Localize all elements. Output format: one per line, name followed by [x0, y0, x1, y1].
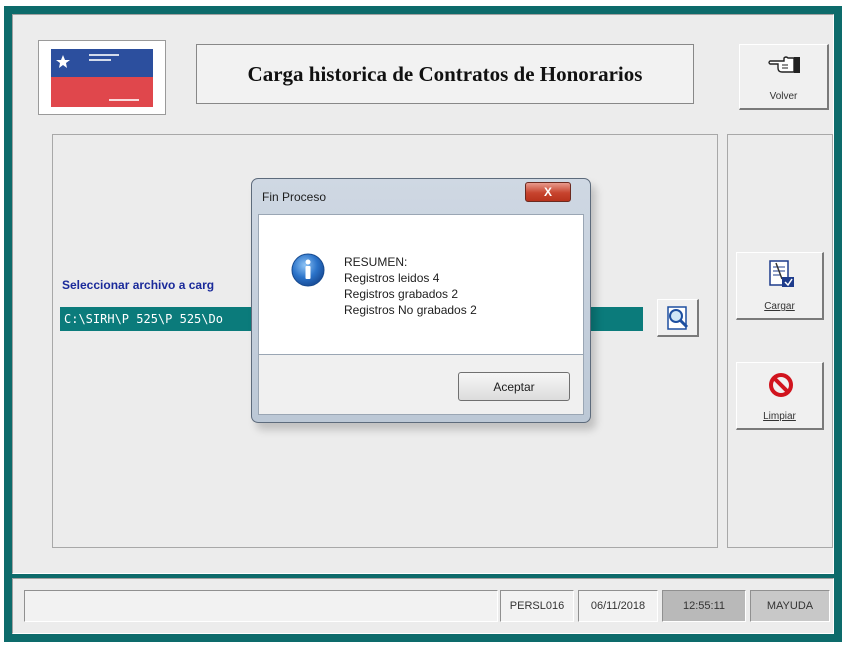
dialog-close-button[interactable]: X [525, 182, 571, 202]
dialog-heading: RESUMEN: [344, 255, 408, 269]
document-load-icon [769, 260, 794, 287]
page-title: Carga historica de Contratos de Honorari… [247, 61, 643, 86]
status-mode: MAYUDA [750, 590, 830, 622]
aceptar-button[interactable]: Aceptar [458, 372, 570, 401]
dialog-title: Fin Proceso [262, 190, 327, 204]
browse-button[interactable] [657, 299, 699, 337]
dialog-line-grabados: Registros grabados 2 [344, 287, 459, 301]
cargar-label: Cargar [764, 301, 795, 312]
cargar-button[interactable]: Cargar [736, 252, 824, 320]
magnifier-icon [666, 305, 688, 330]
dialog-line-leidos: Registros leidos 4 [344, 271, 440, 285]
dialog-message: RESUMEN: Registros leidos 4 Registros gr… [344, 254, 477, 318]
file-select-label: Seleccionar archivo a carg [62, 278, 215, 292]
action-panel [727, 134, 833, 548]
dialog-line-no-grabados: Registros No grabados 2 [344, 303, 477, 317]
status-time: 12:55:11 [662, 590, 746, 622]
prohibition-icon [769, 373, 793, 397]
page-title-box: Carga historica de Contratos de Honorari… [196, 44, 694, 104]
ministry-logo [38, 40, 166, 115]
info-icon [290, 252, 326, 288]
volver-button[interactable]: Volver [739, 44, 829, 110]
limpiar-button[interactable]: Limpiar [736, 362, 824, 430]
status-message [24, 590, 498, 622]
limpiar-label: Limpiar [763, 411, 796, 422]
status-date: 06/11/2018 [578, 590, 658, 622]
status-program-code: PERSL016 [500, 590, 574, 622]
pointing-hand-icon [768, 56, 800, 73]
volver-label: Volver [769, 91, 798, 102]
